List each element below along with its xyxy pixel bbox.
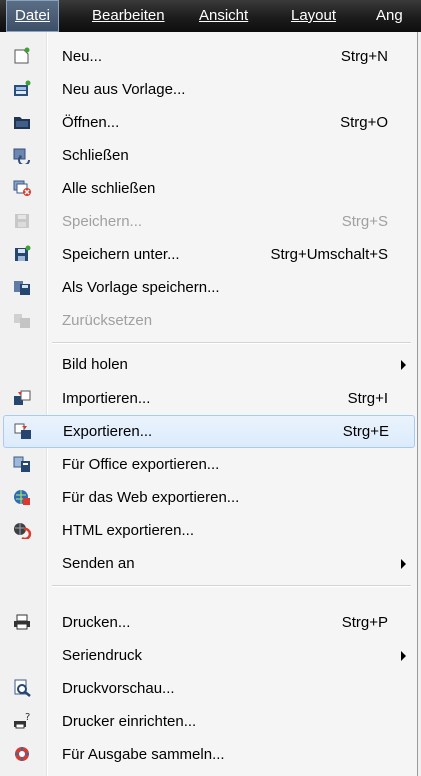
export-web-icon — [12, 488, 32, 506]
menu-item-revert: Zurücksetzen — [0, 304, 414, 337]
printer-icon — [12, 613, 32, 631]
menu-item-close[interactable]: Schließen — [0, 139, 414, 172]
menu-layout[interactable]: Layout — [283, 0, 344, 32]
save-as-icon — [12, 245, 32, 263]
menu-datei[interactable]: Datei — [6, 0, 60, 32]
menu-item-new[interactable]: Neu... Strg+N — [0, 40, 414, 73]
save-icon — [12, 212, 32, 230]
menu-bearbeiten[interactable]: Bearbeiten — [84, 0, 173, 32]
submenu-arrow-icon — [401, 559, 406, 569]
save-as-template-icon — [12, 278, 32, 296]
new-file-icon — [12, 47, 32, 65]
collect-output-icon — [12, 745, 32, 763]
menu-item-acquire-image[interactable]: Bild holen — [0, 348, 414, 381]
menu-item-mail-merge[interactable]: Seriendruck — [0, 639, 414, 672]
printer-setup-icon: ? — [12, 712, 32, 730]
export-office-icon — [12, 455, 32, 473]
submenu-arrow-icon — [401, 360, 406, 370]
submenu-arrow-icon — [401, 651, 406, 661]
new-from-template-icon — [12, 80, 32, 98]
separator — [52, 585, 411, 586]
menu-item-export-html[interactable]: HTML exportieren... — [0, 514, 414, 547]
revert-icon — [12, 311, 32, 329]
export-html-icon — [12, 521, 32, 541]
menu-bar: Datei Bearbeiten Ansicht Layout Ang — [0, 0, 421, 32]
menu-ansicht[interactable]: Ansicht — [191, 0, 256, 32]
menu-item-close-all[interactable]: Alle schließen — [0, 172, 414, 205]
menu-item-export-web[interactable]: Für das Web exportieren... — [0, 481, 414, 514]
close-document-icon — [12, 146, 32, 166]
menu-item-save: Speichern... Strg+S — [0, 205, 414, 238]
menu-item-print[interactable]: Drucken... Strg+P — [0, 606, 414, 639]
menu-item-printer-setup[interactable]: ? Drucker einrichten... — [0, 705, 414, 738]
menu-item-new-from-template[interactable]: Neu aus Vorlage... — [0, 73, 414, 106]
menu-item-open[interactable]: Öffnen... Strg+O — [0, 106, 414, 139]
svg-text:?: ? — [25, 712, 30, 723]
menu-item-export-office[interactable]: Für Office exportieren... — [0, 448, 414, 481]
file-menu-dropdown: Neu... Strg+N Neu aus Vorlage... Öffnen.… — [0, 32, 418, 776]
menu-item-save-as[interactable]: Speichern unter... Strg+Umschalt+S — [0, 238, 414, 271]
menu-ang[interactable]: Ang — [368, 0, 411, 32]
menu-item-import[interactable]: Importieren... Strg+I — [0, 382, 414, 415]
print-preview-icon — [12, 679, 32, 697]
menu-item-save-as-template[interactable]: Als Vorlage speichern... — [0, 271, 414, 304]
menu-item-export[interactable]: Exportieren... Strg+E — [3, 415, 415, 448]
close-all-icon — [12, 179, 32, 197]
menu-item-print-preview[interactable]: Druckvorschau... — [0, 672, 414, 705]
menu-item-collect-for-output[interactable]: Für Ausgabe sammeln... — [0, 738, 414, 771]
open-folder-icon — [12, 113, 32, 131]
separator — [52, 342, 411, 343]
menu-item-send-to[interactable]: Senden an — [0, 547, 414, 580]
export-icon — [13, 422, 33, 440]
import-icon — [12, 389, 32, 407]
